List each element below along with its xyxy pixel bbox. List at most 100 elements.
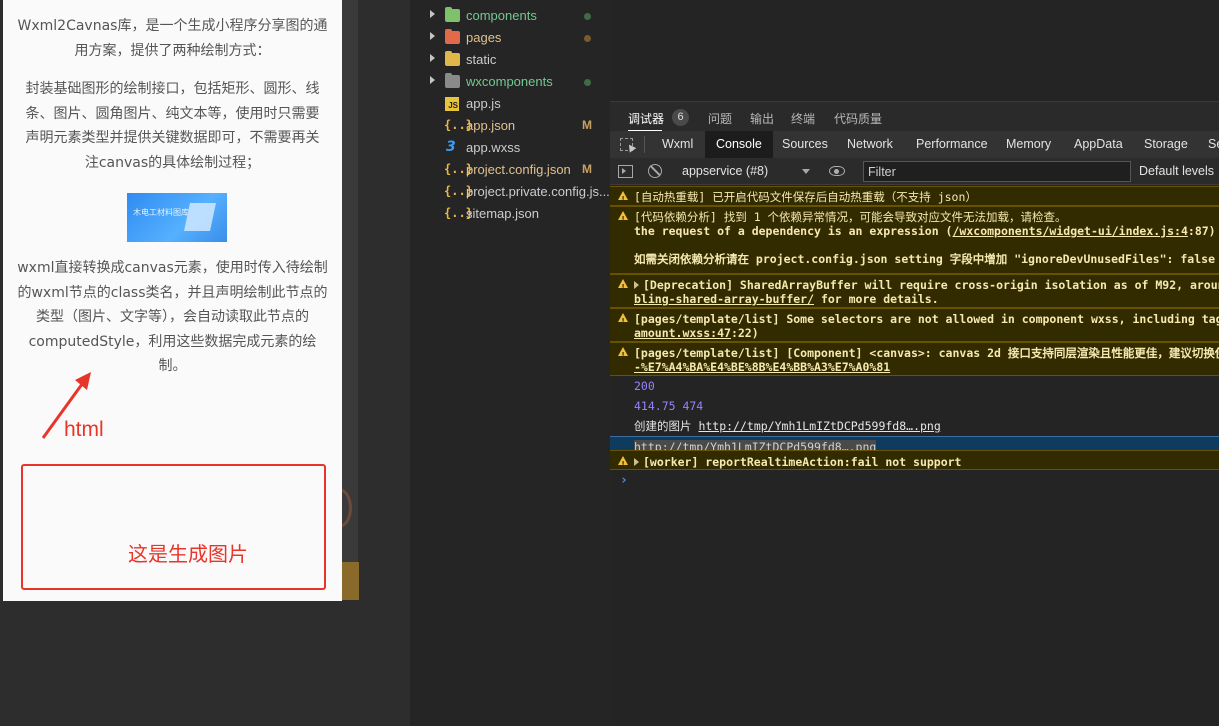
file-name: static — [466, 52, 497, 67]
source-link[interactable]: /wxcomponents/widget-ui/index.js:4 — [953, 224, 1188, 238]
tab-sources[interactable]: Sources — [782, 131, 828, 158]
file-name: wxcomponents — [466, 74, 553, 89]
file-tree-item[interactable]: static — [410, 49, 610, 71]
git-modified-badge: M — [582, 162, 592, 176]
tab-storage[interactable]: Storage — [1144, 131, 1188, 158]
file-tree-item[interactable]: {..} sitemap.json — [410, 203, 610, 225]
context-select[interactable]: appservice (#8) — [682, 158, 768, 185]
expand-icon[interactable] — [634, 458, 639, 466]
message-text: 如需关闭依赖分析请在 project.config.json setting 字… — [634, 252, 1219, 266]
html-annotation: html — [64, 418, 104, 441]
message-text: [pages/template/list] Some selectors are… — [634, 312, 1219, 326]
tab-security[interactable]: Se — [1208, 131, 1219, 158]
eye-icon[interactable] — [829, 166, 845, 176]
editor-area — [610, 0, 1219, 101]
file-tree-item[interactable]: pages — [410, 27, 610, 49]
tab-problems[interactable]: 问题 — [708, 110, 732, 127]
clear-console-icon[interactable] — [648, 164, 662, 178]
chevron-right-icon[interactable] — [430, 54, 435, 62]
message-text: the request of a dependency is an expres… — [634, 224, 953, 238]
tab-network[interactable]: Network — [847, 131, 893, 158]
file-name: app.wxss — [466, 140, 521, 155]
message-text: for more details. — [814, 292, 939, 306]
sidebar-toggle-icon[interactable] — [618, 165, 633, 178]
console-prompt-icon[interactable]: › — [620, 473, 628, 488]
tab-appdata[interactable]: AppData — [1074, 131, 1123, 158]
file-tree-item[interactable]: {..} project.config.json M — [410, 159, 610, 181]
chevron-right-icon[interactable] — [430, 32, 435, 40]
git-status-dot — [584, 35, 591, 42]
file-name: components — [466, 8, 537, 23]
console-warning: [pages/template/list] Some selectors are… — [610, 308, 1219, 342]
message-text: the request of a dependency is an expres… — [634, 224, 1216, 238]
git-status-dot — [584, 79, 591, 86]
folder-icon — [445, 29, 460, 44]
console-log-entry: 200 — [610, 376, 1219, 396]
css-file-icon: 3 — [446, 139, 456, 155]
message-text: [pages/template/list] [Component] <canva… — [634, 346, 1219, 360]
warning-icon — [618, 279, 628, 294]
message-text[interactable]: [Deprecation] SharedArrayBuffer will req… — [634, 278, 1219, 292]
message-text: :87) — [1187, 224, 1216, 238]
message-text: [自动热重载] 已开启代码文件保存后自动热重载（不支持 json） — [634, 190, 977, 204]
folder-icon — [445, 73, 460, 88]
git-modified-badge: M — [582, 118, 592, 132]
source-link[interactable]: amount.wxss:47 — [634, 326, 731, 340]
file-tree-item[interactable]: {..} app.json M — [410, 115, 610, 137]
tab-code-quality[interactable]: 代码质量 — [834, 110, 882, 127]
intro-paragraph: Wxml2Cavnas库，是一个生成小程序分享图的通用方案，提供了两种绘制方式： — [17, 18, 328, 59]
tab-wxml[interactable]: Wxml — [662, 131, 693, 158]
log-value: 200 — [634, 379, 655, 393]
tab-terminal[interactable]: 终端 — [791, 110, 815, 127]
file-explorer: components pages static wxcomponents JS app.j… — [410, 0, 610, 726]
message-text: [代码依赖分析] 找到 1 个依赖异常情况，可能会导致对应文件无法加载，请检查。 — [634, 210, 1067, 224]
warning-icon — [618, 313, 628, 328]
console-log-entry: 414.75 474 — [610, 396, 1219, 416]
tab-debugger[interactable]: 调试器 — [628, 110, 664, 127]
source-link[interactable]: -%E7%A4%BA%E4%BE%8B%E4%BB%A3%E7%A0%81 — [634, 360, 890, 374]
chevron-right-icon[interactable] — [430, 76, 435, 84]
message-text: amount.wxss:47:22) — [634, 326, 759, 340]
sample-image-caption: 木电工材料图库 — [133, 208, 189, 217]
console-warning: [Deprecation] SharedArrayBuffer will req… — [610, 274, 1219, 308]
folder-icon — [445, 7, 460, 22]
tab-output[interactable]: 输出 — [750, 110, 774, 127]
file-name: app.js — [466, 96, 501, 111]
background-strip — [342, 562, 359, 600]
message-text: 创建的图片 http://tmp/Ymh1LmIZtDCPd599fd8….pn… — [634, 419, 941, 433]
warning-icon — [618, 456, 628, 469]
warning-icon — [618, 191, 628, 205]
devtools-panel: 调试器 6 问题 输出 终端 代码质量 Wxml Console Sources… — [610, 0, 1219, 726]
tab-console[interactable]: Console — [705, 131, 773, 158]
message-text[interactable]: [worker] reportRealtimeAction:fail not s… — [634, 455, 962, 469]
file-tree-item[interactable]: 3 app.wxss — [410, 137, 610, 159]
warning-icon — [618, 347, 628, 362]
simulator-screen[interactable]: Wxml2Cavnas库，是一个生成小程序分享图的通用方案，提供了两种绘制方式：… — [3, 0, 342, 601]
tab-performance[interactable]: Performance — [916, 131, 988, 158]
file-tree-item[interactable]: JS app.js — [410, 93, 610, 115]
expand-icon[interactable] — [634, 281, 639, 289]
tab-memory[interactable]: Memory — [1006, 131, 1051, 158]
log-levels-select[interactable]: Default levels — [1139, 158, 1214, 185]
source-link[interactable]: bling-shared-array-buffer/ — [634, 292, 814, 306]
console-warning: [worker] reportRealtimeAction:fail not s… — [610, 450, 1219, 470]
js-file-icon: JS — [445, 97, 459, 111]
filter-input[interactable] — [863, 161, 1131, 182]
chevron-down-icon[interactable] — [802, 169, 810, 174]
message-text: bling-shared-array-buffer/ for more deta… — [634, 292, 939, 306]
file-tree-item[interactable]: {..} project.private.config.js... — [410, 181, 610, 203]
console-warning: [pages/template/list] [Component] <canva… — [610, 342, 1219, 376]
file-name: app.json — [466, 118, 516, 133]
console-toolbar: appservice (#8) Default levels — [610, 158, 1219, 185]
file-tree-item[interactable]: wxcomponents — [410, 71, 610, 93]
file-tree-item[interactable]: components — [410, 5, 610, 27]
image-link[interactable]: http://tmp/Ymh1LmIZtDCPd599fd8….png — [698, 419, 940, 433]
console-log: [自动热重载] 已开启代码文件保存后自动热重载（不支持 json） [代码依赖分… — [610, 185, 1219, 726]
warning-icon — [618, 211, 628, 226]
panel-tab-bar: 调试器 6 问题 输出 终端 代码质量 — [610, 101, 1219, 132]
folder-icon — [445, 51, 460, 66]
inspect-element-icon[interactable] — [620, 138, 637, 153]
chevron-right-icon[interactable] — [430, 10, 435, 18]
method-one-paragraph: 封装基础图形的绘制接口，包括矩形、圆形、线条、图片、圆角图片、纯文本等，使用时只… — [25, 81, 320, 171]
message-text: [worker] reportRealtimeAction:fail not s… — [643, 455, 962, 469]
